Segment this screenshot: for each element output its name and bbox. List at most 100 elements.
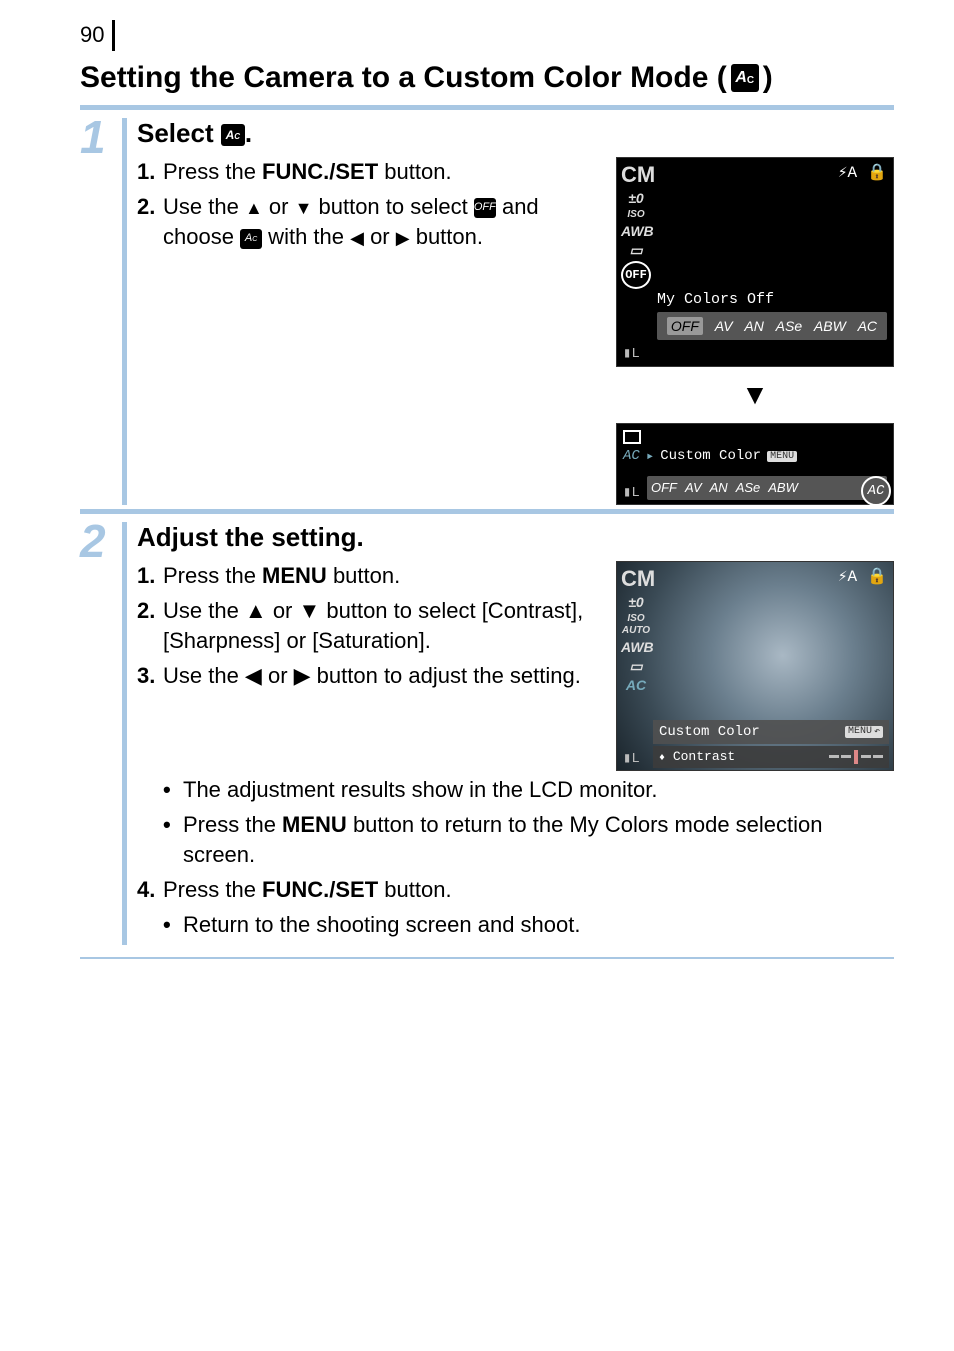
bold-txt: FUNC./SET	[262, 877, 378, 902]
bullet-text: The adjustment results show in the LCD m…	[183, 775, 657, 806]
camera-screen-mycolors-off: ⚡A 🔒 CM ±0 ISO AWB ▭ OFF My Colors	[616, 157, 894, 367]
step-2-title: Adjust the setting.	[137, 522, 894, 553]
item-text: Use the ▲ or ▼ button to select OFF and …	[163, 192, 604, 254]
txt: button to select	[312, 194, 473, 219]
custom-color-icon: AC	[731, 64, 759, 92]
menu-tag: MENU	[767, 451, 797, 462]
contrast-slider	[829, 750, 883, 764]
right-arrow-icon: ▶	[396, 229, 410, 247]
opt-av: AV	[685, 480, 702, 495]
back-icon: ↶	[874, 726, 880, 738]
item-text: Press the MENU button.	[163, 561, 604, 592]
item-num: 1.	[137, 561, 163, 592]
item-num: 1.	[137, 157, 163, 188]
updown-icon: ♦	[659, 753, 665, 764]
drive-icon: ▭	[621, 658, 651, 675]
step1-title-post: .	[245, 118, 252, 148]
ac-circled-icon: AC	[861, 476, 891, 506]
opt-av: AV	[715, 318, 733, 334]
step-2-body: Adjust the setting. 1. Press the MENU bu…	[122, 522, 894, 945]
opt-ase: ASe	[736, 480, 761, 495]
camera-screen-custom-color: AC ▸ Custom Color MENU OFF AV AN ASe ABW	[616, 423, 894, 505]
txt: or	[263, 194, 295, 219]
txt: or	[364, 224, 396, 249]
step-2-text: 1. Press the MENU button. 2. Use the ▲ o…	[137, 561, 604, 771]
txt: with the	[262, 224, 350, 249]
item-text: Use the ◀ or ▶ button to adjust the sett…	[163, 661, 604, 692]
slider-handle	[854, 750, 858, 764]
lock-icon: 🔒	[867, 566, 887, 586]
opt-off: OFF	[651, 480, 677, 495]
menu-text: MENU	[848, 726, 872, 737]
iso-icon: ISOAUTO	[621, 613, 651, 637]
bullet-text: Return to the shooting screen and shoot.	[183, 910, 580, 941]
mode-icon: CM	[621, 162, 651, 188]
histogram-icon: ▮L	[623, 484, 640, 501]
bold-txt: FUNC./SET	[262, 159, 378, 184]
opt-an: AN	[710, 480, 728, 495]
step-1-title: Select AC.	[137, 118, 894, 149]
txt: button.	[378, 877, 451, 902]
manual-page: 90 Setting the Camera to a Custom Color …	[0, 0, 954, 999]
mycolors-selected-icon: OFF	[621, 261, 651, 289]
menu-back-tag: MENU ↶	[845, 726, 883, 738]
right-caret-icon: ▸	[646, 448, 654, 465]
exposure-icon: ±0	[621, 594, 651, 611]
title-text: Setting the Camera to a Custom Color Mod…	[80, 61, 727, 95]
step-number-2: 2	[80, 518, 122, 564]
down-arrow-icon: ▼	[741, 379, 769, 411]
drive-icon: ▭	[621, 242, 651, 259]
page-number-wrap: 90	[80, 20, 894, 51]
step-2: 2 Adjust the setting. 1. Press the MENU …	[80, 522, 894, 945]
title-close: )	[763, 61, 773, 95]
up-arrow-icon: ▲	[245, 199, 263, 217]
item-num: 2.	[137, 192, 163, 254]
opt-abw: ABW	[814, 318, 846, 334]
step-2-bullets: The adjustment results show in the LCD m…	[137, 775, 894, 941]
flash-auto-icon: ⚡A	[838, 162, 857, 182]
opt-ac: AC	[858, 318, 877, 334]
lock-icon: 🔒	[867, 162, 887, 182]
item-num: 3.	[137, 661, 163, 692]
contrast-text: Contrast	[673, 749, 735, 764]
mode-icon: CM	[621, 566, 651, 592]
item-text: Use the ▲ or ▼ button to select [Contras…	[163, 596, 604, 658]
iso-icon: ISO	[621, 209, 651, 221]
divider	[80, 957, 894, 959]
awb-icon: AWB	[621, 223, 651, 240]
bold-txt: MENU	[262, 563, 327, 588]
left-arrow-icon: ◀	[350, 229, 364, 247]
step-1-text: 1. Press the FUNC./SET button. 2. Use th…	[137, 157, 604, 505]
page-number: 90	[80, 20, 115, 51]
txt: Press the	[163, 877, 262, 902]
txt: button.	[327, 563, 400, 588]
exposure-icon: ±0	[621, 190, 651, 207]
txt: button.	[410, 224, 483, 249]
txt: Use the	[163, 194, 245, 219]
mycolors-options-2: OFF AV AN ASe ABW	[647, 476, 887, 500]
mycolors-options: OFF AV AN ASe ABW AC	[657, 312, 887, 340]
step-1-screens: ⚡A 🔒 CM ±0 ISO AWB ▭ OFF My Colors	[616, 157, 894, 505]
bullet-text: Press the MENU button to return to the M…	[183, 810, 894, 872]
txt: Press the	[163, 563, 262, 588]
step-2-screens: ⚡A 🔒 CM ±0 ISOAUTO AWB ▭ AC Custom	[616, 561, 894, 771]
histogram-icon: ▮L	[623, 345, 640, 362]
step-number-1: 1	[80, 114, 122, 160]
item-num: 2.	[137, 596, 163, 658]
step-1-body: Select AC. 1. Press the FUNC./SET button…	[122, 118, 894, 505]
ac-icon: AC	[621, 677, 651, 694]
histogram-icon: ▮L	[623, 750, 640, 767]
divider	[80, 105, 894, 110]
opt-an: AN	[744, 318, 763, 334]
ac-icon: AC	[623, 448, 640, 464]
camera-screen-adjust: ⚡A 🔒 CM ±0 ISOAUTO AWB ▭ AC Custom	[616, 561, 894, 771]
step1-title-pre: Select	[137, 118, 221, 148]
opt-abw: ABW	[768, 480, 798, 495]
item-text: Press the FUNC./SET button.	[163, 875, 894, 906]
ac-icon: AC	[240, 229, 262, 249]
item-text: Press the FUNC./SET button.	[163, 157, 604, 188]
item-num: 4.	[137, 875, 163, 906]
contrast-label: ♦ Contrast	[659, 749, 735, 764]
divider	[80, 509, 894, 514]
ac-icon: AC	[221, 124, 245, 146]
